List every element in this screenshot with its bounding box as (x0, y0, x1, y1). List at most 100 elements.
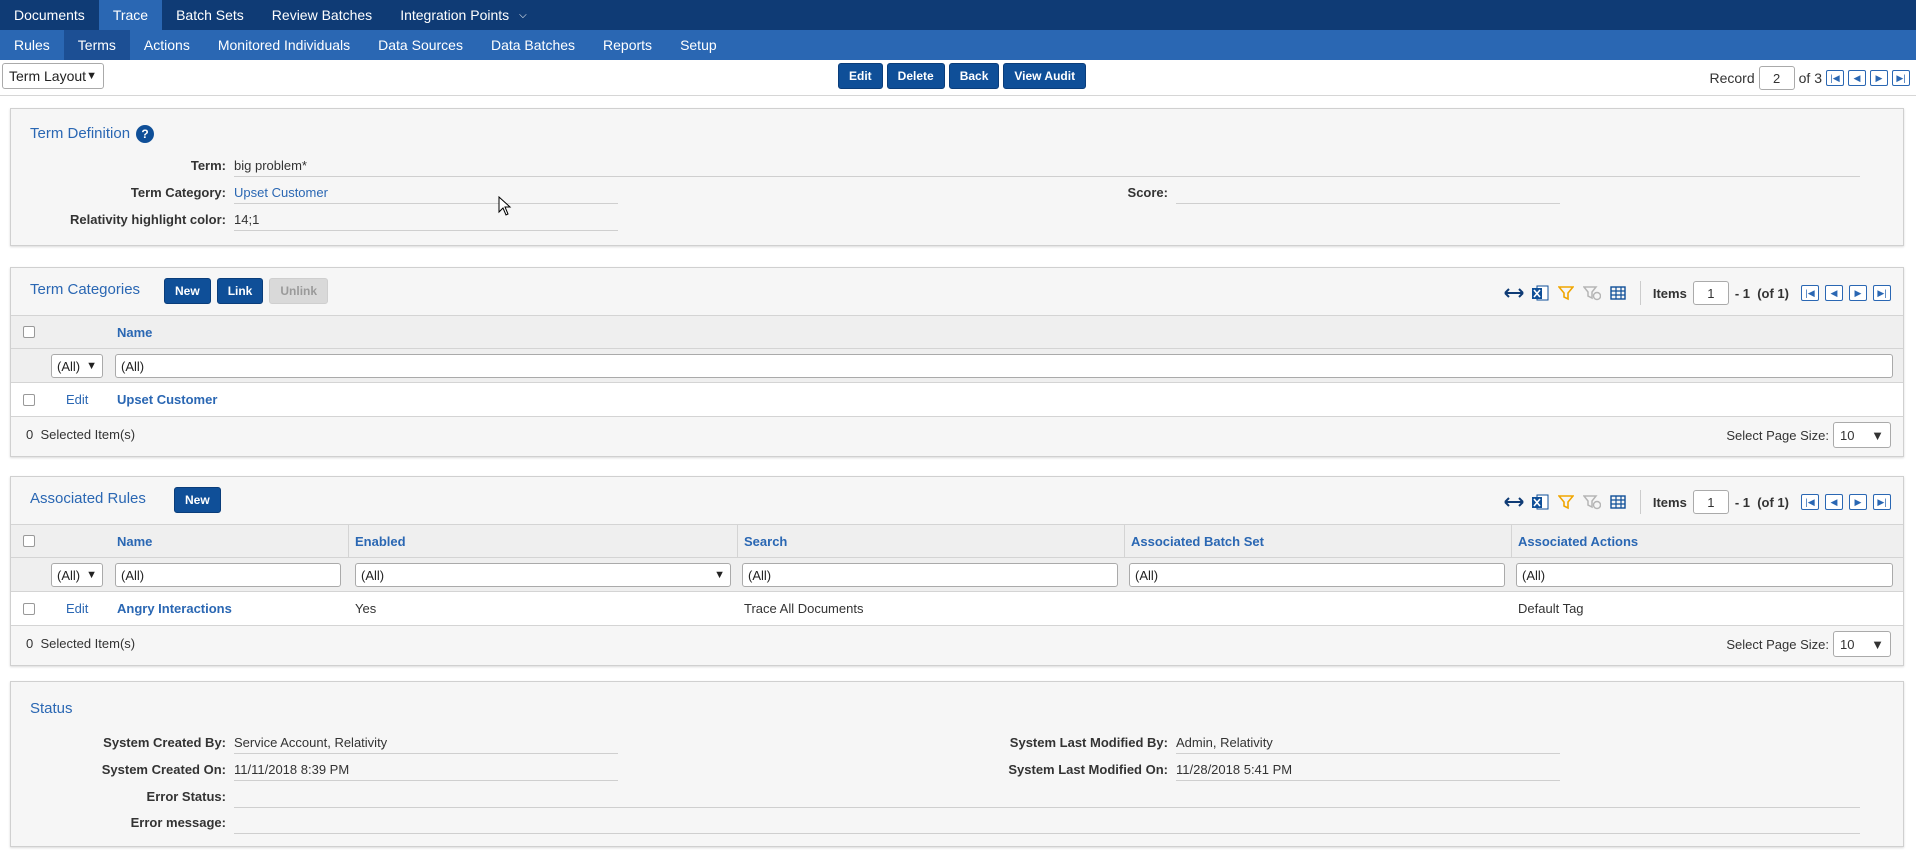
subtab-monitored-individuals[interactable]: Monitored Individuals (204, 30, 364, 60)
tab-label: Rules (14, 37, 50, 53)
next-page-icon[interactable]: ▶ (1849, 494, 1867, 510)
edit-column-filter-select[interactable]: (All) ▼ (51, 563, 103, 587)
tab-review-batches[interactable]: Review Batches (258, 0, 386, 30)
subtab-data-sources[interactable]: Data Sources (364, 30, 477, 60)
highlight-color-label: Relativity highlight color: (69, 212, 226, 227)
items-range: - 1 (of 1) (1734, 494, 1789, 510)
clear-filter-icon[interactable] (1582, 493, 1602, 511)
items-start-input[interactable]: 1 (1692, 281, 1729, 305)
new-category-button[interactable]: New (164, 278, 211, 304)
term-definition-panel: Term Definition? Term: big problem* Term… (10, 108, 1904, 246)
status-panel: Status System Created By: Service Accoun… (10, 681, 1904, 847)
record-of-label: of 3 (1798, 70, 1822, 86)
tab-batch-sets[interactable]: Batch Sets (162, 0, 258, 30)
subtab-setup[interactable]: Setup (666, 30, 731, 60)
last-page-icon[interactable]: ▶| (1892, 70, 1910, 86)
error-status-value (234, 786, 1860, 808)
first-page-icon[interactable]: |◀ (1801, 494, 1819, 510)
highlight-color-value: 14;1 (234, 209, 618, 231)
record-number-input[interactable]: 2 (1758, 66, 1795, 90)
subtab-terms[interactable]: Terms (63, 30, 130, 60)
tab-label: Data Sources (378, 37, 463, 53)
help-icon[interactable]: ? (136, 125, 155, 144)
row-edit-link[interactable]: Edit (66, 601, 88, 616)
table-row: Edit Upset Customer (11, 383, 1903, 417)
unlink-category-button[interactable]: Unlink (269, 278, 329, 304)
new-rule-button[interactable]: New (174, 487, 221, 513)
arrows-horizontal-icon[interactable] (1504, 493, 1524, 511)
back-button[interactable]: Back (948, 63, 1000, 89)
tab-label: Actions (143, 37, 190, 53)
row-checkbox[interactable] (23, 603, 35, 615)
select-all-checkbox[interactable] (23, 326, 35, 338)
column-header-actions[interactable]: Associated Actions (1518, 534, 1638, 549)
column-divider (1124, 525, 1125, 559)
created-by-field: System Created By: Service Account, Rela… (103, 732, 618, 754)
column-header-batch-set[interactable]: Associated Batch Set (1131, 534, 1264, 549)
grid-columns-icon[interactable] (1608, 493, 1628, 511)
error-message-value (234, 812, 1860, 834)
column-divider (348, 525, 349, 559)
delete-button[interactable]: Delete (886, 63, 945, 89)
created-on-label: System Created On: (101, 762, 226, 777)
name-filter-input[interactable]: (All) (115, 354, 1893, 378)
grid-columns-icon[interactable] (1608, 284, 1628, 302)
tab-trace[interactable]: Trace (98, 0, 163, 30)
edit-button[interactable]: Edit (838, 63, 883, 89)
batch-set-filter-input[interactable]: (All) (1129, 563, 1505, 587)
view-audit-button[interactable]: View Audit (1003, 63, 1087, 89)
next-page-icon[interactable]: ▶ (1870, 70, 1888, 86)
excel-export-icon[interactable] (1530, 493, 1550, 511)
first-page-icon[interactable]: |◀ (1801, 285, 1819, 301)
clear-filter-icon[interactable] (1582, 284, 1602, 302)
link-category-button[interactable]: Link (216, 278, 264, 304)
prev-page-icon[interactable]: ◀ (1825, 285, 1843, 301)
term-category-link[interactable]: Upset Customer (234, 182, 618, 204)
subtab-rules[interactable]: Rules (0, 30, 64, 60)
chevron-down-icon: ⌵ (519, 9, 527, 21)
row-name-link[interactable]: Upset Customer (117, 392, 217, 407)
actions-filter-input[interactable]: (All) (1516, 563, 1893, 587)
subtab-data-batches[interactable]: Data Batches (477, 30, 589, 60)
row-checkbox[interactable] (23, 394, 35, 406)
page-size-select[interactable]: 10 ▼ (1833, 631, 1891, 657)
excel-export-icon[interactable] (1530, 284, 1550, 302)
column-header-search[interactable]: Search (744, 534, 787, 549)
filter-icon[interactable] (1556, 284, 1576, 302)
selected-items: 0 Selected Item(s) (26, 427, 135, 442)
error-status-label: Error Status: (146, 789, 226, 804)
table-row: Edit Angry Interactions Yes Trace All Do… (11, 592, 1903, 626)
edit-column-filter-select[interactable]: (All) ▼ (51, 354, 103, 378)
created-by-label: System Created By: (103, 735, 226, 750)
page-size-value: 10 (1840, 427, 1855, 443)
prev-page-icon[interactable]: ◀ (1825, 494, 1843, 510)
enabled-filter-select[interactable]: (All) ▼ (355, 563, 731, 587)
search-filter-input[interactable]: (All) (742, 563, 1118, 587)
next-page-icon[interactable]: ▶ (1849, 285, 1867, 301)
items-label: Items (1652, 494, 1687, 510)
page-size-control: Select Page Size: 10 ▼ (1726, 631, 1891, 657)
arrows-horizontal-icon[interactable] (1504, 284, 1524, 302)
page-size-select[interactable]: 10 ▼ (1833, 422, 1891, 448)
row-name-link[interactable]: Angry Interactions (117, 601, 232, 616)
subtab-actions[interactable]: Actions (130, 30, 204, 60)
subtab-reports[interactable]: Reports (589, 30, 666, 60)
tab-documents[interactable]: Documents (0, 0, 99, 30)
last-page-icon[interactable]: ▶| (1873, 285, 1891, 301)
layout-select[interactable]: Term Layout ▼ (2, 63, 104, 89)
prev-page-icon[interactable]: ◀ (1848, 70, 1866, 86)
filter-icon[interactable] (1556, 493, 1576, 511)
column-header-name[interactable]: Name (117, 325, 152, 340)
first-page-icon[interactable]: |◀ (1826, 70, 1844, 86)
select-all-checkbox[interactable] (23, 535, 35, 547)
column-header-name[interactable]: Name (117, 534, 152, 549)
row-edit-link[interactable]: Edit (66, 392, 88, 407)
tab-integration-points[interactable]: Integration Points ⌵ (386, 0, 541, 30)
last-page-icon[interactable]: ▶| (1873, 494, 1891, 510)
name-filter-input[interactable]: (All) (115, 563, 341, 587)
modified-on-field: System Last Modified On: 11/28/2018 5:41… (1008, 759, 1560, 781)
modified-by-label: System Last Modified By: (1009, 735, 1168, 750)
term-categories-actions: New Link Unlink (164, 278, 329, 304)
items-start-input[interactable]: 1 (1692, 490, 1729, 514)
column-header-enabled[interactable]: Enabled (355, 534, 406, 549)
